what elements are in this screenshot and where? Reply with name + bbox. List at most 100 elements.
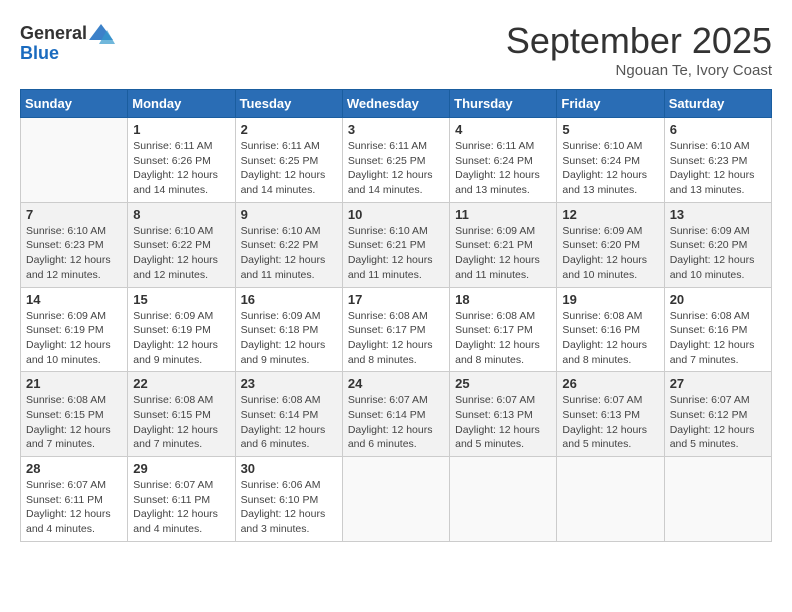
day-number: 22 [133, 376, 229, 391]
calendar-cell: 24Sunrise: 6:07 AM Sunset: 6:14 PM Dayli… [342, 372, 449, 457]
day-number: 28 [26, 461, 122, 476]
day-info: Sunrise: 6:09 AM Sunset: 6:18 PM Dayligh… [241, 309, 337, 368]
calendar-cell: 2 Sunrise: 6:11 AM Sunset: 6:25 PM Daylig… [235, 118, 342, 203]
logo-general: General [20, 24, 87, 44]
day-info: Sunrise: 6:09 AM Sunset: 6:20 PM Dayligh… [670, 224, 766, 283]
day-number: 30 [241, 461, 337, 476]
logo-blue: Blue [20, 44, 59, 64]
day-number: 13 [670, 207, 766, 222]
day-info: Sunrise: 6:07 AM Sunset: 6:13 PM Dayligh… [562, 393, 658, 452]
day-info: Sunrise: 6:09 AM Sunset: 6:21 PM Dayligh… [455, 224, 551, 283]
day-number: 11 [455, 207, 551, 222]
day-info: Sunrise: 6:08 AM Sunset: 6:17 PM Dayligh… [348, 309, 444, 368]
day-number: 4 [455, 122, 551, 137]
day-number: 10 [348, 207, 444, 222]
day-number: 5 [562, 122, 658, 137]
calendar-cell: 4 Sunrise: 6:11 AM Sunset: 6:24 PM Daylig… [450, 118, 557, 203]
day-number: 15 [133, 292, 229, 307]
day-number: 25 [455, 376, 551, 391]
day-number: 19 [562, 292, 658, 307]
day-number: 7 [26, 207, 122, 222]
day-info: Sunrise: 6:10 AM Sunset: 6:22 PM Dayligh… [133, 224, 229, 283]
calendar-cell: 20 Sunrise: 6:08 AM Sunset: 6:16 PM Dayli… [664, 287, 771, 372]
day-info: Sunrise: 6:07 AM Sunset: 6:11 PM Dayligh… [26, 478, 122, 537]
calendar-cell: 5 Sunrise: 6:10 AM Sunset: 6:24 PM Daylig… [557, 118, 664, 203]
day-info: Sunrise: 6:10 AM Sunset: 6:22 PM Dayligh… [241, 224, 337, 283]
calendar-cell: 27 Sunrise: 6:07 AM Sunset: 6:12 PM Dayli… [664, 372, 771, 457]
calendar-week-row: 28 Sunrise: 6:07 AM Sunset: 6:11 PM Dayli… [21, 457, 772, 542]
day-info: Sunrise: 6:08 AM Sunset: 6:17 PM Dayligh… [455, 309, 551, 368]
calendar-cell [342, 457, 449, 542]
weekday-header: Wednesday [342, 90, 449, 118]
day-info: Sunrise: 6:10 AM Sunset: 6:23 PM Dayligh… [26, 224, 122, 283]
day-number: 18 [455, 292, 551, 307]
calendar-cell [21, 118, 128, 203]
weekday-header: Tuesday [235, 90, 342, 118]
day-number: 9 [241, 207, 337, 222]
calendar-header-row: SundayMondayTuesdayWednesdayThursdayFrid… [21, 90, 772, 118]
day-info: Sunrise: 6:08 AM Sunset: 6:15 PM Dayligh… [133, 393, 229, 452]
calendar-cell: 3 Sunrise: 6:11 AM Sunset: 6:25 PM Daylig… [342, 118, 449, 203]
calendar-cell: 29Sunrise: 6:07 AM Sunset: 6:11 PM Dayli… [128, 457, 235, 542]
month-title: September 2025 [506, 20, 772, 62]
calendar-cell: 19Sunrise: 6:08 AM Sunset: 6:16 PM Dayli… [557, 287, 664, 372]
day-info: Sunrise: 6:08 AM Sunset: 6:14 PM Dayligh… [241, 393, 337, 452]
day-info: Sunrise: 6:08 AM Sunset: 6:16 PM Dayligh… [670, 309, 766, 368]
day-info: Sunrise: 6:10 AM Sunset: 6:23 PM Dayligh… [670, 139, 766, 198]
day-number: 27 [670, 376, 766, 391]
calendar-week-row: 1 Sunrise: 6:11 AM Sunset: 6:26 PM Daylig… [21, 118, 772, 203]
day-number: 20 [670, 292, 766, 307]
weekday-header: Thursday [450, 90, 557, 118]
calendar-cell: 26 Sunrise: 6:07 AM Sunset: 6:13 PM Dayli… [557, 372, 664, 457]
logo-icon [87, 20, 115, 48]
calendar-cell: 1 Sunrise: 6:11 AM Sunset: 6:26 PM Daylig… [128, 118, 235, 203]
calendar-cell: 18 Sunrise: 6:08 AM Sunset: 6:17 PM Dayli… [450, 287, 557, 372]
calendar-table: SundayMondayTuesdayWednesdayThursdayFrid… [20, 89, 772, 542]
calendar-cell: 30Sunrise: 6:06 AM Sunset: 6:10 PM Dayli… [235, 457, 342, 542]
calendar-week-row: 14Sunrise: 6:09 AM Sunset: 6:19 PM Dayli… [21, 287, 772, 372]
calendar-week-row: 7 Sunrise: 6:10 AM Sunset: 6:23 PM Daylig… [21, 202, 772, 287]
day-number: 26 [562, 376, 658, 391]
day-number: 2 [241, 122, 337, 137]
day-info: Sunrise: 6:11 AM Sunset: 6:24 PM Dayligh… [455, 139, 551, 198]
day-info: Sunrise: 6:07 AM Sunset: 6:12 PM Dayligh… [670, 393, 766, 452]
calendar-cell: 10 Sunrise: 6:10 AM Sunset: 6:21 PM Dayli… [342, 202, 449, 287]
day-info: Sunrise: 6:07 AM Sunset: 6:13 PM Dayligh… [455, 393, 551, 452]
day-number: 3 [348, 122, 444, 137]
calendar-cell [557, 457, 664, 542]
day-info: Sunrise: 6:10 AM Sunset: 6:24 PM Dayligh… [562, 139, 658, 198]
calendar-week-row: 21 Sunrise: 6:08 AM Sunset: 6:15 PM Dayli… [21, 372, 772, 457]
location-subtitle: Ngouan Te, Ivory Coast [506, 62, 772, 79]
day-info: Sunrise: 6:11 AM Sunset: 6:25 PM Dayligh… [241, 139, 337, 198]
day-info: Sunrise: 6:10 AM Sunset: 6:21 PM Dayligh… [348, 224, 444, 283]
calendar-cell: 23 Sunrise: 6:08 AM Sunset: 6:14 PM Dayli… [235, 372, 342, 457]
day-info: Sunrise: 6:09 AM Sunset: 6:20 PM Dayligh… [562, 224, 658, 283]
day-number: 8 [133, 207, 229, 222]
calendar-cell: 16Sunrise: 6:09 AM Sunset: 6:18 PM Dayli… [235, 287, 342, 372]
day-number: 1 [133, 122, 229, 137]
weekday-header: Monday [128, 90, 235, 118]
calendar-cell: 14Sunrise: 6:09 AM Sunset: 6:19 PM Dayli… [21, 287, 128, 372]
calendar-cell [664, 457, 771, 542]
page-header: General Blue September 2025 Ngouan Te, I… [20, 20, 772, 79]
day-number: 6 [670, 122, 766, 137]
calendar-cell: 13 Sunrise: 6:09 AM Sunset: 6:20 PM Dayli… [664, 202, 771, 287]
day-info: Sunrise: 6:11 AM Sunset: 6:26 PM Dayligh… [133, 139, 229, 198]
day-number: 23 [241, 376, 337, 391]
calendar-cell: 8 Sunrise: 6:10 AM Sunset: 6:22 PM Daylig… [128, 202, 235, 287]
day-info: Sunrise: 6:11 AM Sunset: 6:25 PM Dayligh… [348, 139, 444, 198]
day-info: Sunrise: 6:09 AM Sunset: 6:19 PM Dayligh… [26, 309, 122, 368]
day-number: 21 [26, 376, 122, 391]
calendar-cell: 22 Sunrise: 6:08 AM Sunset: 6:15 PM Dayli… [128, 372, 235, 457]
day-number: 17 [348, 292, 444, 307]
calendar-cell: 15 Sunrise: 6:09 AM Sunset: 6:19 PM Dayli… [128, 287, 235, 372]
calendar-cell: 11 Sunrise: 6:09 AM Sunset: 6:21 PM Dayli… [450, 202, 557, 287]
day-info: Sunrise: 6:09 AM Sunset: 6:19 PM Dayligh… [133, 309, 229, 368]
weekday-header: Friday [557, 90, 664, 118]
logo: General Blue [20, 20, 115, 64]
day-number: 12 [562, 207, 658, 222]
calendar-cell: 25 Sunrise: 6:07 AM Sunset: 6:13 PM Dayli… [450, 372, 557, 457]
title-block: September 2025 Ngouan Te, Ivory Coast [506, 20, 772, 79]
calendar-cell: 21Sunrise: 6:08 AM Sunset: 6:15 PM Dayli… [21, 372, 128, 457]
day-info: Sunrise: 6:07 AM Sunset: 6:14 PM Dayligh… [348, 393, 444, 452]
